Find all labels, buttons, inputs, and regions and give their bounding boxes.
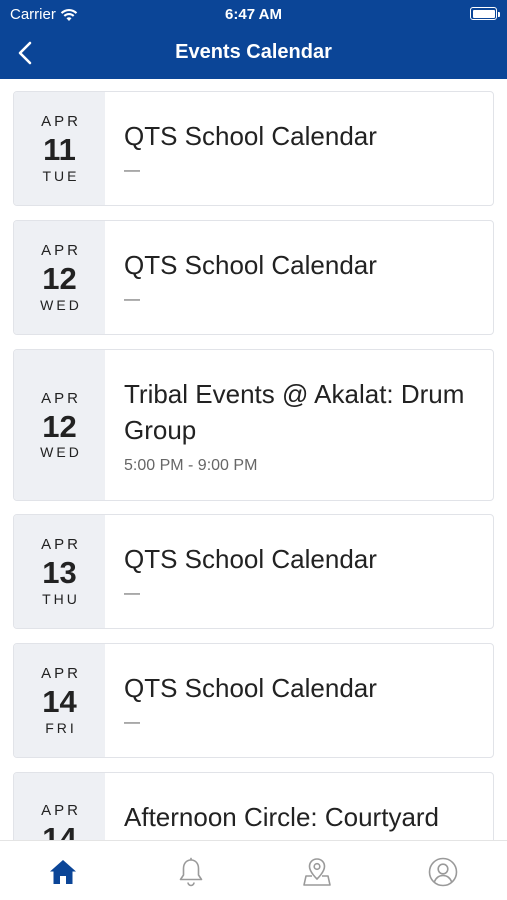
event-date-block: APR 14 bbox=[14, 773, 105, 840]
event-card[interactable]: APR 12 WED QTS School Calendar — bbox=[13, 220, 494, 335]
event-card[interactable]: APR 13 THU QTS School Calendar — bbox=[13, 514, 494, 629]
event-weekday: TUE bbox=[42, 167, 80, 184]
event-weekday: WED bbox=[40, 296, 82, 313]
event-info: Tribal Events @ Akalat: Drum Group 5:00 … bbox=[105, 350, 493, 500]
event-time: — bbox=[124, 585, 140, 603]
event-info: QTS School Calendar — bbox=[105, 644, 493, 757]
event-time: 5:00 PM - 9:00 PM bbox=[124, 456, 258, 474]
event-info: QTS School Calendar — bbox=[105, 515, 493, 628]
event-day: 11 bbox=[43, 132, 76, 168]
event-date-block: APR 11 TUE bbox=[14, 92, 105, 205]
home-icon bbox=[50, 860, 76, 884]
event-date-block: APR 13 THU bbox=[14, 515, 105, 628]
event-info: QTS School Calendar — bbox=[105, 221, 493, 334]
event-day: 14 bbox=[42, 821, 77, 840]
event-card[interactable]: APR 14 Afternoon Circle: Courtyard bbox=[13, 772, 494, 840]
status-bar: Carrier 6:47 AM bbox=[0, 0, 507, 28]
event-title: QTS School Calendar bbox=[124, 121, 377, 151]
event-title: Afternoon Circle: Courtyard bbox=[124, 802, 440, 832]
event-info: Afternoon Circle: Courtyard bbox=[105, 773, 493, 840]
page-title: Events Calendar bbox=[175, 41, 332, 63]
map-pin-icon bbox=[303, 858, 331, 886]
tab-map[interactable] bbox=[300, 855, 334, 889]
event-card[interactable]: APR 11 TUE QTS School Calendar — bbox=[13, 91, 494, 206]
event-day: 12 bbox=[42, 261, 77, 297]
event-title: QTS School Calendar bbox=[124, 544, 377, 574]
event-day: 13 bbox=[42, 555, 77, 591]
event-date-block: APR 12 WED bbox=[14, 221, 105, 334]
event-time: — bbox=[124, 291, 140, 309]
event-month: APR bbox=[41, 389, 81, 407]
event-date-block: APR 14 FRI bbox=[14, 644, 105, 757]
battery-icon bbox=[470, 7, 500, 20]
event-month: APR bbox=[41, 802, 81, 820]
event-info: QTS School Calendar — bbox=[105, 92, 493, 205]
event-month: APR bbox=[41, 665, 81, 683]
event-title: Tribal Events @ Akalat: Drum Group bbox=[124, 379, 465, 446]
event-time: — bbox=[124, 162, 140, 180]
event-weekday: WED bbox=[40, 444, 82, 461]
event-month: APR bbox=[41, 113, 81, 131]
bell-icon bbox=[179, 857, 203, 887]
clock: 6:47 AM bbox=[225, 6, 282, 23]
navigation-bar: Events Calendar bbox=[0, 30, 507, 76]
tab-home[interactable] bbox=[46, 855, 80, 889]
event-card[interactable]: APR 12 WED Tribal Events @ Akalat: Drum … bbox=[13, 349, 494, 501]
event-weekday: FRI bbox=[45, 719, 77, 736]
event-month: APR bbox=[41, 536, 81, 554]
profile-icon bbox=[428, 857, 458, 887]
event-weekday: THU bbox=[42, 590, 80, 607]
event-date-block: APR 12 WED bbox=[14, 350, 105, 500]
event-time: — bbox=[124, 714, 140, 732]
tab-bar bbox=[0, 840, 507, 900]
events-list[interactable]: APR 11 TUE QTS School Calendar — APR 12 … bbox=[0, 79, 507, 840]
tab-profile[interactable] bbox=[426, 855, 460, 889]
event-title: QTS School Calendar bbox=[124, 673, 377, 703]
app-header: Carrier 6:47 AM Events Calendar bbox=[0, 0, 507, 79]
event-title: QTS School Calendar bbox=[124, 250, 377, 280]
event-card[interactable]: APR 14 FRI QTS School Calendar — bbox=[13, 643, 494, 758]
event-month: APR bbox=[41, 242, 81, 260]
event-day: 14 bbox=[42, 684, 77, 720]
tab-notifications[interactable] bbox=[174, 855, 208, 889]
event-day: 12 bbox=[42, 408, 77, 444]
